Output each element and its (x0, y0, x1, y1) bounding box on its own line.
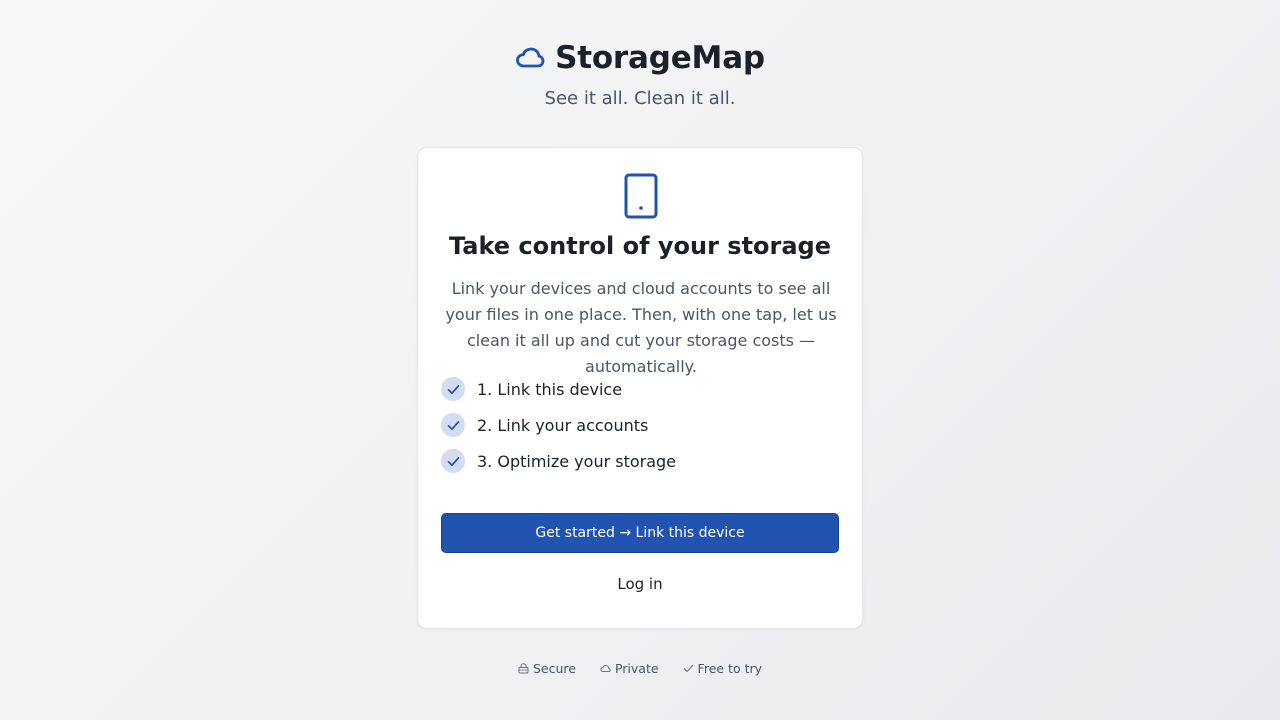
step-label: 3. Optimize your storage (477, 451, 677, 471)
footer-item-free: Free to try (683, 661, 762, 676)
step-label: 2. Link your accounts (477, 415, 649, 435)
cloud-icon (516, 47, 545, 68)
step-label: 1. Link this device (477, 379, 623, 399)
app-header: StorageMap (0, 40, 1280, 76)
app-name: StorageMap (555, 40, 765, 76)
get-started-button[interactable]: Get started → Link this device (441, 513, 839, 553)
login-link[interactable]: Log in (418, 575, 862, 593)
cloud-icon (600, 664, 611, 672)
check-icon (441, 413, 465, 437)
tagline: See it all. Clean it all. (544, 88, 736, 109)
step-item-link-device: 1. Link this device (441, 377, 676, 401)
lock-icon (518, 663, 529, 674)
footer-label: Secure (532, 661, 576, 676)
footer-label: Private (614, 661, 659, 676)
step-item-link-accounts: 2. Link your accounts (441, 413, 676, 437)
footer-item-secure: Secure (518, 661, 576, 676)
steps-list: 1. Link this device 2. Link your account… (441, 377, 676, 485)
card-description: Link your devices and cloud accounts to … (445, 279, 837, 376)
footer-item-private: Private (600, 661, 659, 676)
step-item-optimize: 3. Optimize your storage (441, 449, 676, 473)
check-icon (441, 377, 465, 401)
smartphone-icon (624, 173, 658, 219)
check-icon (683, 664, 693, 673)
check-icon (441, 449, 465, 473)
onboarding-card: Take control of your storage Link your d… (417, 147, 863, 629)
footer-trust-badges: Secure Private Free to try (0, 661, 1280, 676)
card-title: Take control of your storage (448, 232, 832, 260)
footer-label: Free to try (697, 661, 763, 676)
